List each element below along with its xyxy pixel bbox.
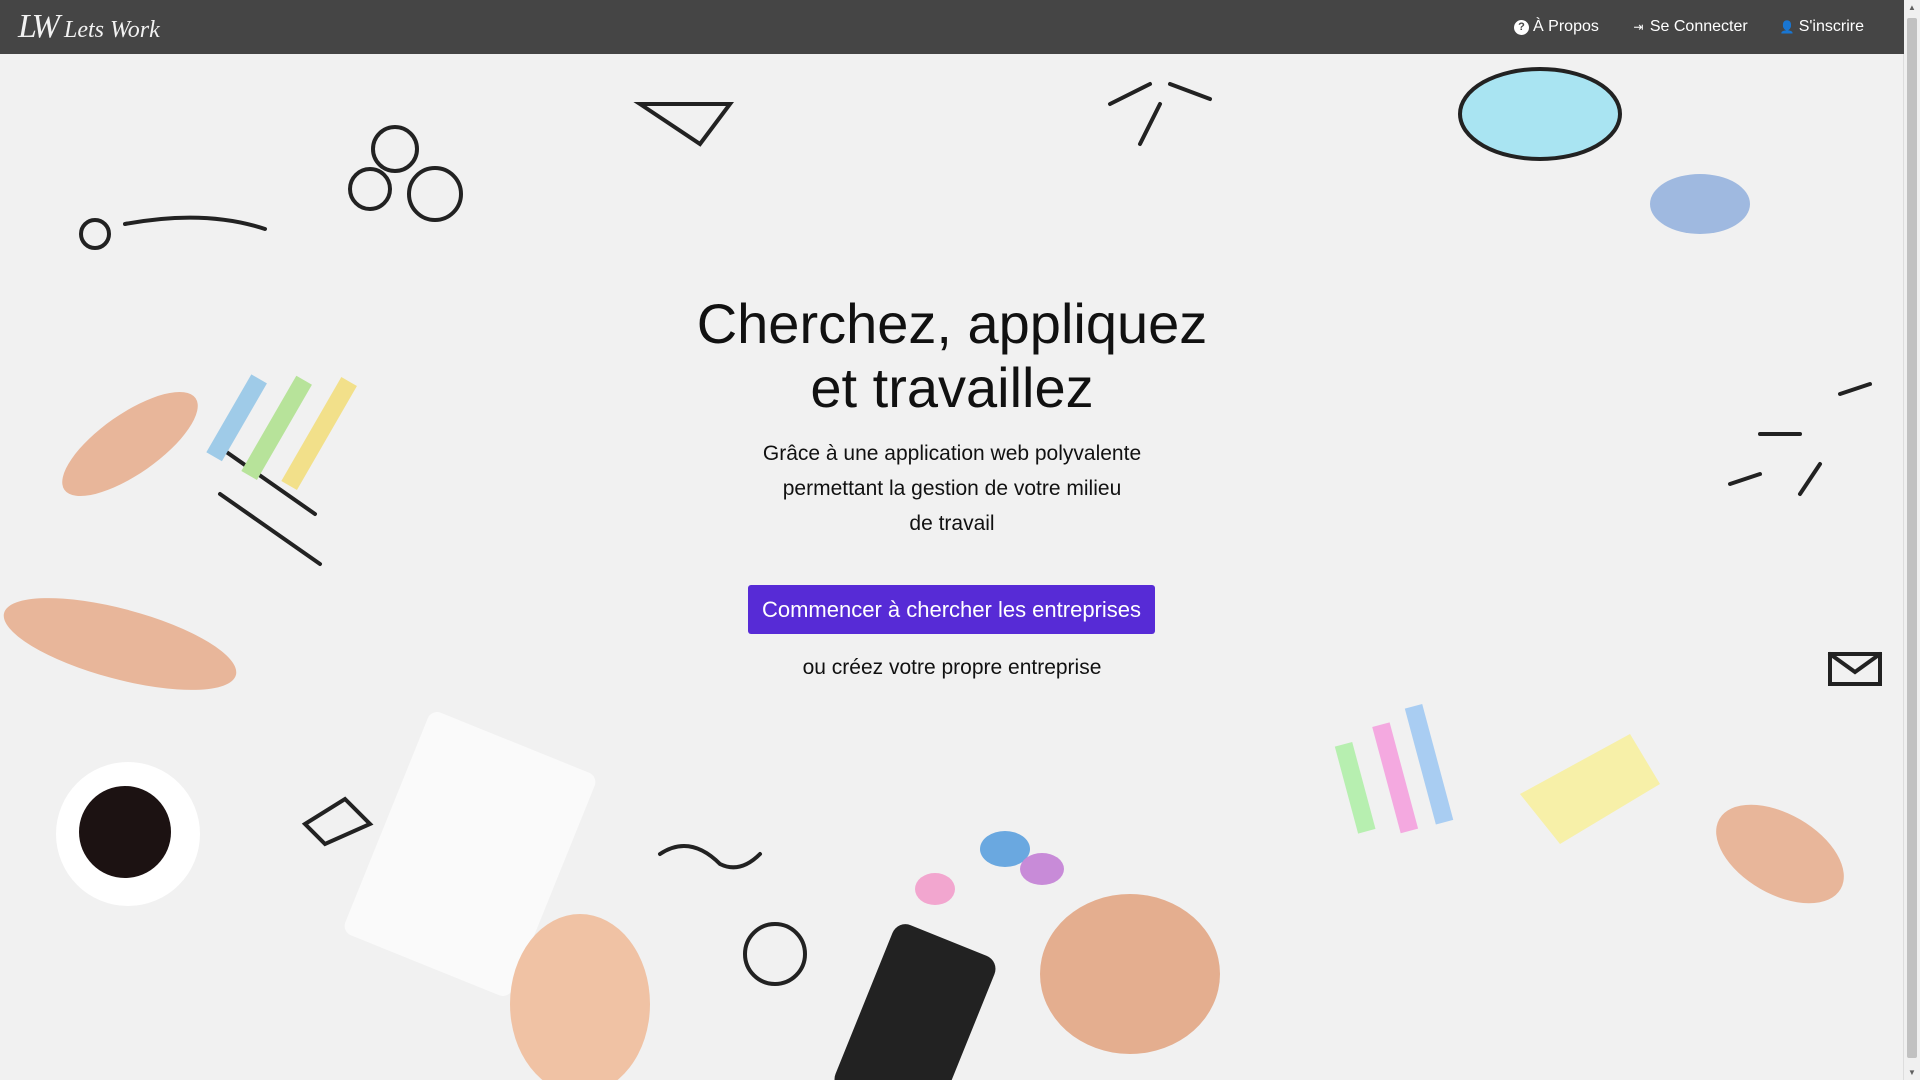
create-company-link[interactable]: ou créez votre propre entreprise xyxy=(0,656,1904,680)
question-circle-icon: ? xyxy=(1514,19,1530,35)
nav-about[interactable]: ? À Propos xyxy=(1514,18,1599,36)
nav-about-label: À Propos xyxy=(1533,18,1599,35)
subtitle-line-1: Grâce à une application web polyvalente xyxy=(762,442,1142,465)
hero-title-line-2: et travaillez xyxy=(810,356,1094,419)
scrollbar[interactable]: ▲ ▼ xyxy=(1903,0,1920,1080)
nav-login-label: Se Connecter xyxy=(1649,18,1748,35)
nav-menu: ? À Propos ⇥ Se Connecter 👤 S'inscrire xyxy=(1514,0,1864,54)
logo-mark: LW xyxy=(18,8,60,45)
sign-in-icon: ⇥ xyxy=(1633,19,1644,34)
hero-title-line-1: Cherchez, appliquez xyxy=(696,292,1208,355)
subtitle-line-3: de travail xyxy=(909,512,995,535)
search-companies-button[interactable]: Commencer à chercher les entreprises xyxy=(748,585,1155,634)
hero-section: Cherchez, appliquez et travaillez Grâce à… xyxy=(0,0,1904,1080)
navbar: LW Lets Work ? À Propos ⇥ Se Connecter 👤 S'… xyxy=(0,0,1904,54)
scroll-up-arrow-icon[interactable]: ▲ xyxy=(1904,3,1920,12)
subtitle-line-2: permettant la gestion de votre milieu xyxy=(782,477,1122,500)
user-icon: 👤 xyxy=(1779,19,1795,34)
scrollbar-thumb[interactable] xyxy=(1907,18,1917,1058)
nav-register[interactable]: 👤 S'inscrire xyxy=(1780,18,1864,36)
nav-login[interactable]: ⇥ Se Connecter xyxy=(1631,18,1748,36)
scroll-down-arrow-icon[interactable]: ▼ xyxy=(1904,1068,1920,1077)
brand-name: Lets Work xyxy=(63,17,160,43)
logo[interactable]: LW Lets Work xyxy=(18,8,160,46)
hero-subtitle: Grâce à une application web polyvalente … xyxy=(0,436,1904,541)
nav-register-label: S'inscrire xyxy=(1798,18,1864,35)
hero-title: Cherchez, appliquez et travaillez xyxy=(0,292,1904,420)
